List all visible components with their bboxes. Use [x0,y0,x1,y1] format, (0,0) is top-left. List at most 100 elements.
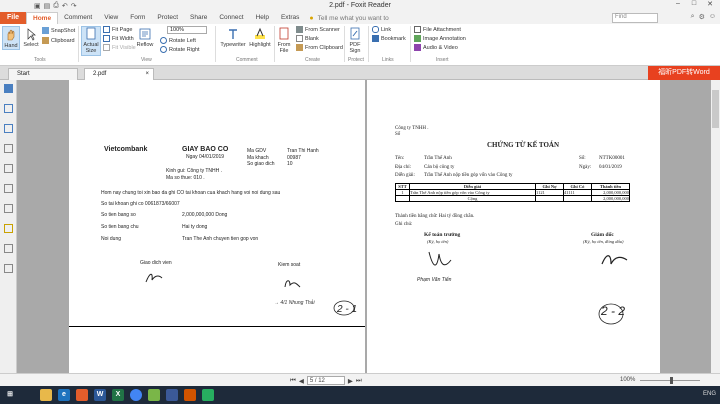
date-label: Ngày: [579,165,592,170]
user-icon[interactable]: ☺ [709,13,716,21]
comments-panel-icon[interactable] [4,164,13,173]
chrome-icon[interactable] [130,389,142,401]
link-button[interactable]: Link [372,26,391,33]
windows-start-icon[interactable]: ⊞ [4,389,16,401]
amount-in-words: Thành tiền bằng chữ: Hai tỷ đồng chẵn. [395,214,475,219]
last-page-icon[interactable]: ⏭ [356,377,362,385]
amount-number-value: 2,000,000,000 Dong [182,212,228,218]
actual-size-button[interactable]: Actual Size [81,26,101,56]
tab-help[interactable]: Help [250,12,275,24]
security-panel-icon[interactable] [4,224,13,233]
scrollbar-thumb[interactable] [712,90,719,128]
minimize-icon[interactable]: – [670,0,686,8]
tab-start[interactable]: Start [8,68,78,80]
file-explorer-icon[interactable] [40,389,52,401]
foxit-icon[interactable] [76,389,88,401]
next-page-icon[interactable]: ▶ [348,377,353,385]
receipt-title: GIAY BAO CO [182,146,229,153]
bookmark-panel-icon[interactable] [4,104,13,113]
edit-panel-icon[interactable] [4,244,13,253]
tab-form[interactable]: Form [124,12,151,24]
search-icon[interactable]: ⌕ [691,13,695,21]
name-label: Tên: [395,156,405,161]
word-icon[interactable]: W [94,389,106,401]
from-file-button[interactable]: From File [276,27,292,54]
image-annotation-button[interactable]: Image Annotation [414,35,466,42]
tab-home[interactable]: Home [26,11,59,25]
maximize-icon[interactable]: □ [686,0,702,8]
reflow-button[interactable]: Reflow [136,27,154,48]
highlight-button[interactable]: Highlight [248,27,272,48]
file-attachment-button[interactable]: File Attachment [414,26,461,33]
snapshot-button[interactable]: SnapShot [42,27,75,34]
paperclip-icon [414,26,421,33]
first-page-icon[interactable]: ⏮ [290,377,296,385]
excel-icon[interactable]: X [112,389,124,401]
tab-protect[interactable]: Protect [151,12,184,24]
hand-tool-button[interactable]: Hand [2,26,20,50]
rotate-left-button[interactable]: Rotate Left [160,37,196,44]
promo-banner[interactable]: 福昕PDF转Word [648,66,720,80]
app-icon[interactable] [202,389,214,401]
app-icon[interactable] [166,389,178,401]
zoom-select[interactable]: 100% [167,26,207,34]
bookmark-button[interactable]: Bookmark [372,35,406,42]
panel-toggle-icon[interactable] [4,84,13,93]
tab-share[interactable]: Share [184,12,213,24]
fit-page-button[interactable]: Fit Page [103,26,132,33]
select-tool-button[interactable]: Select [22,27,40,48]
ma-gdv-value: Tran Thi Hanh [287,148,319,154]
clipboard-button[interactable]: Clipboard [42,37,75,44]
rotate-right-button[interactable]: Rotate Right [160,46,200,53]
ie-icon[interactable]: e [58,389,70,401]
blank-button[interactable]: Blank [296,35,319,42]
window-title: 2.pdf - Foxit Reader [329,2,391,9]
ribbon-divider [368,26,369,62]
handwritten-circle [333,300,355,316]
file-menu[interactable]: File [0,12,26,24]
tab-extras[interactable]: Extras [275,12,305,24]
attachments-panel-icon[interactable] [4,184,13,193]
bookmark-icon [372,35,379,42]
settings-icon[interactable]: ⚙ [699,13,705,21]
tab-document[interactable]: 2.pdf × [84,68,154,80]
cursor-icon [27,28,36,41]
close-tab-icon[interactable]: × [145,69,149,80]
app-icon[interactable] [148,389,160,401]
ribbon-divider [215,26,216,62]
vertical-scrollbar[interactable] [711,80,720,373]
find-input[interactable]: Find [612,13,658,23]
tell-me-box[interactable]: Tell me what you want to [318,15,389,22]
pdf-sign-button[interactable]: PDF Sign [347,27,363,54]
fit-visible-button[interactable]: Fit Visible [103,44,136,51]
tags-panel-icon[interactable] [4,264,13,273]
tab-view[interactable]: View [98,12,124,24]
close-icon[interactable]: ✕ [702,0,718,8]
from-scanner-button[interactable]: From Scanner [296,26,340,33]
signatures-panel-icon[interactable] [4,204,13,213]
tab-comment[interactable]: Comment [58,12,98,24]
document-viewport[interactable]: Vietcombank GIAY BAO CO Ngay 04/01/2019 … [17,80,711,373]
rotate-left-icon [160,37,167,44]
pages-panel-icon[interactable] [4,124,13,133]
page-icon [86,27,96,40]
audio-video-button[interactable]: Audio & Video [414,44,458,51]
from-clipboard-button[interactable]: From Clipboard [296,44,343,51]
receipt-intro: Hom nay chung toi xin bao da ghi CO tai … [101,190,281,196]
typewriter-button[interactable]: Typewriter [219,27,247,48]
page-number-input[interactable]: 5 / 12 [306,376,345,385]
tab-connect[interactable]: Connect [213,12,249,24]
date-value: 04/01/2019 [599,165,622,170]
total-label: Cộng [409,195,536,202]
address-label: Địa chỉ: [395,165,411,170]
layers-panel-icon[interactable] [4,144,13,153]
handwritten-name: Phạm Văn Tiến [417,277,452,283]
group-tools-label: Tools [34,57,46,63]
app-icon[interactable] [184,389,196,401]
prev-page-icon[interactable]: ◀ [299,377,304,385]
language-indicator[interactable]: ENG [703,391,716,397]
zoom-slider-knob[interactable] [670,377,673,384]
controller-label: Kiem soat [278,262,301,268]
fit-width-button[interactable]: Fit Width [103,35,134,42]
image-icon [414,35,421,42]
